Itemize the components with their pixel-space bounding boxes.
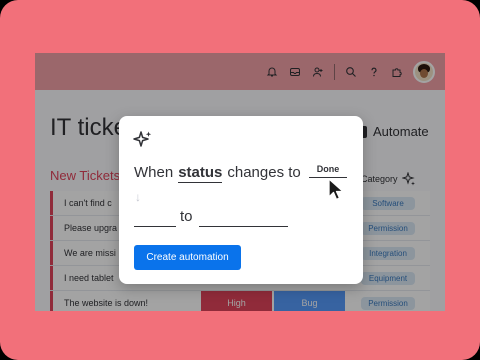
action-target-field[interactable] [199, 226, 288, 227]
sparkle-icon [133, 131, 152, 147]
to-label: to [180, 208, 193, 225]
when-label: When [134, 164, 174, 181]
trigger-sentence: When status changes to [134, 164, 301, 183]
arrow-down-icon: ↓ [135, 190, 141, 204]
cursor-icon [328, 178, 344, 201]
create-automation-button[interactable]: Create automation [134, 245, 241, 270]
action-field[interactable] [134, 226, 176, 227]
background-stage: IT tickets Automate New Tickets Category… [0, 0, 480, 360]
column-selector[interactable]: status [178, 164, 223, 183]
status-value-field[interactable]: Done [309, 164, 347, 178]
changes-to-label: changes to [227, 164, 301, 181]
